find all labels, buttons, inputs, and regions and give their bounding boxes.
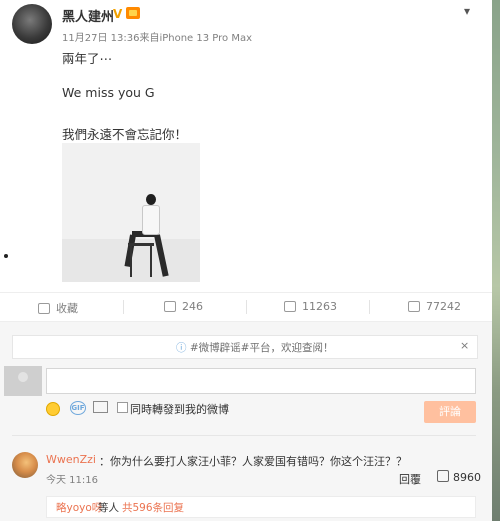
like-button[interactable]: 77242 xyxy=(408,300,461,313)
avatar[interactable] xyxy=(12,452,38,478)
comment-text: ：你为什么要打人家汪小菲？人家爱国有错吗？你这个汪汪？？ xyxy=(99,455,407,468)
chevron-down-icon[interactable]: ▾ xyxy=(464,4,470,18)
divider xyxy=(369,300,370,314)
comment-time: 今天 11:16 xyxy=(46,475,98,486)
verified-badge-icon: V xyxy=(113,7,123,21)
divider xyxy=(12,435,476,436)
divider xyxy=(123,300,124,314)
background-strip xyxy=(492,0,500,521)
repost-count: 246 xyxy=(182,300,203,313)
post-text-line-2: We miss you G xyxy=(62,85,155,100)
sub-reply-user[interactable]: 略yoyo呀 xyxy=(56,500,102,515)
comment-like-count: 8960 xyxy=(453,471,481,484)
author-name[interactable]: 黑人建州 xyxy=(62,6,114,25)
divider xyxy=(246,300,247,314)
post-text-line-3: 我們永遠不會忘記你！ xyxy=(62,127,188,142)
notice-text-content: #微博辟谣#平台，欢迎查阅！ xyxy=(189,342,334,354)
close-icon[interactable]: × xyxy=(460,339,469,352)
post-meta: 11月27日 13:36来自iPhone 13 Pro Max xyxy=(62,33,252,44)
favorite-button[interactable]: 收藏 xyxy=(38,300,78,316)
photo-stool-leg xyxy=(130,246,132,277)
info-icon: ⓘ xyxy=(176,342,187,354)
comment-input[interactable] xyxy=(46,368,476,394)
author-avatar[interactable] xyxy=(12,4,52,44)
photo-head xyxy=(146,194,156,205)
reply-button[interactable]: 回覆 xyxy=(399,471,421,487)
thumbs-up-icon xyxy=(408,301,420,312)
member-badge-icon xyxy=(126,7,140,19)
post-action-bar: 收藏 246 11263 77242 xyxy=(0,292,492,322)
view-replies-link[interactable]: 共596条回复 xyxy=(122,500,184,515)
repost-checkbox-label: 同時轉發到我的微博 xyxy=(130,403,229,416)
comment-username[interactable]: WwenZzi xyxy=(46,453,96,466)
favorite-label: 收藏 xyxy=(56,302,78,315)
post-text-line-1: 兩年了⋯ xyxy=(62,51,113,66)
comment-icon xyxy=(284,301,296,312)
thumbs-up-icon[interactable] xyxy=(437,470,449,482)
repost-button[interactable]: 246 xyxy=(164,300,203,313)
like-count: 77242 xyxy=(426,300,461,313)
sub-reply-mid: 等人 xyxy=(98,502,119,514)
repost-icon xyxy=(164,301,176,312)
emoji-icon[interactable] xyxy=(46,402,60,416)
comment-button[interactable]: 11263 xyxy=(284,300,337,313)
notice-text[interactable]: ⓘ #微博辟谣#平台，欢迎查阅！ xyxy=(176,340,333,355)
photo-torso xyxy=(142,205,160,235)
star-icon xyxy=(38,303,50,314)
post-photo[interactable] xyxy=(62,143,200,282)
photo-stool-leg xyxy=(150,246,152,277)
weibo-post-card: 黑人建州 V 11月27日 13:36来自iPhone 13 Pro Max ▾… xyxy=(0,0,492,521)
image-icon[interactable] xyxy=(93,401,108,413)
submit-comment-button[interactable]: 評論 xyxy=(424,401,476,423)
repost-checkbox[interactable] xyxy=(117,402,128,413)
comment-count: 11263 xyxy=(302,300,337,313)
gif-icon[interactable]: GIF xyxy=(70,401,86,415)
bullet-dot xyxy=(4,254,8,258)
current-user-avatar xyxy=(4,366,42,396)
